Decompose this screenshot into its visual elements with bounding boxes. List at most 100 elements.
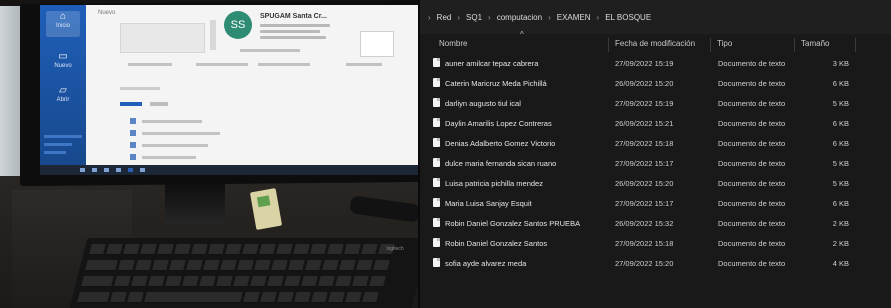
key xyxy=(311,292,328,303)
key xyxy=(355,260,373,271)
file-modified: 26/09/2022 15:32 xyxy=(615,219,674,228)
breadcrumb-item[interactable]: computacion xyxy=(497,13,542,22)
new-doc-icon: ▭ xyxy=(58,51,68,62)
recent-file-name xyxy=(142,156,196,159)
key xyxy=(318,276,335,287)
key xyxy=(185,260,203,271)
tab-recientes[interactable] xyxy=(120,102,142,106)
key xyxy=(267,276,284,287)
key xyxy=(114,276,131,287)
column-divider[interactable] xyxy=(794,38,795,52)
key xyxy=(233,276,250,287)
file-row[interactable]: Robin Daniel Gonzalez Santos PRUEBA 26/0… xyxy=(420,214,891,234)
file-row[interactable]: Robin Daniel Gonzalez Santos 27/09/2022 … xyxy=(420,234,891,254)
text-document-icon xyxy=(433,118,440,127)
recent-file-row[interactable] xyxy=(130,154,330,160)
taskbar-icon[interactable] xyxy=(140,168,145,172)
column-header-size[interactable]: Tamaño xyxy=(801,36,851,52)
taskbar-icon[interactable] xyxy=(92,168,97,172)
template-caption xyxy=(240,49,300,52)
file-row[interactable]: sofia ayde alvarez meda 27/09/2022 15:20… xyxy=(420,254,891,274)
key xyxy=(321,260,339,271)
recent-file-row[interactable] xyxy=(130,130,330,136)
key xyxy=(131,276,148,287)
recent-file-row[interactable] xyxy=(130,142,330,148)
breadcrumb-item[interactable]: EL BOSQUE xyxy=(605,13,651,22)
tab-anclado[interactable] xyxy=(150,102,168,106)
column-divider[interactable] xyxy=(855,38,856,52)
breadcrumb-item[interactable]: SQ1 xyxy=(466,13,482,22)
rail-item-nuevo[interactable]: ▭ Nuevo xyxy=(46,51,80,75)
recent-file-row[interactable] xyxy=(130,118,330,124)
file-name: darliyn augusto tiul ical xyxy=(445,99,521,108)
breadcrumb-item[interactable]: Red xyxy=(437,13,452,22)
file-row[interactable]: Caterin Maricruz Meda Pichillá 26/09/202… xyxy=(420,74,891,94)
key xyxy=(77,292,110,303)
file-name: Robin Daniel Gonzalez Santos xyxy=(445,239,548,248)
key xyxy=(219,260,237,271)
file-row[interactable]: Maria Luisa Sanjay Esquit 27/09/2022 15:… xyxy=(420,194,891,214)
column-divider[interactable] xyxy=(710,38,711,52)
key xyxy=(260,292,277,303)
rail-footer-line xyxy=(44,151,66,154)
key xyxy=(328,292,345,303)
taskbar-icon[interactable] xyxy=(128,168,133,172)
breadcrumb-item[interactable]: EXAMEN xyxy=(557,13,591,22)
key xyxy=(294,292,311,303)
key xyxy=(207,244,225,255)
rail-item-inicio[interactable]: ⌂ Inicio xyxy=(46,11,80,37)
key xyxy=(287,260,305,271)
file-type: Documento de texto xyxy=(718,259,786,268)
key xyxy=(236,260,254,271)
taskbar-icon[interactable] xyxy=(80,168,85,172)
address-bar[interactable]: › Red › SQ1 › computacion › EXAMEN › EL … xyxy=(420,0,891,34)
template-thumbnail[interactable] xyxy=(120,23,205,53)
key-row xyxy=(81,276,386,287)
file-type: Documento de texto xyxy=(718,179,786,188)
word-doc-icon xyxy=(130,130,136,136)
column-divider[interactable] xyxy=(608,38,609,52)
file-type: Documento de texto xyxy=(718,239,786,248)
file-row[interactable]: Denias Adalberto Gomez Victorio 27/09/20… xyxy=(420,134,891,154)
file-type: Documento de texto xyxy=(718,119,786,128)
file-name: Caterin Maricruz Meda Pichillá xyxy=(445,79,547,88)
file-row[interactable]: darliyn augusto tiul ical 27/09/2022 15:… xyxy=(420,94,891,114)
file-row[interactable]: Luisa patricia pichilla mendez 26/09/202… xyxy=(420,174,891,194)
file-size: 6 KB xyxy=(832,79,849,88)
text-document-icon xyxy=(433,58,440,67)
key xyxy=(81,276,114,287)
rail-item-abrir[interactable]: ▱ Abrir xyxy=(46,85,80,109)
file-row[interactable]: auner amilcar tepaz cabrera 27/09/2022 1… xyxy=(420,54,891,74)
template-caption xyxy=(196,63,248,66)
monitor-screen: ⌂ Inicio ▭ Nuevo ▱ Abrir Nuevo SS SPUGAM… xyxy=(40,5,418,175)
file-name: Maria Luisa Sanjay Esquit xyxy=(445,199,532,208)
search-box[interactable] xyxy=(120,87,160,90)
key xyxy=(253,260,271,271)
column-header-name[interactable]: Nombre xyxy=(439,36,609,52)
key xyxy=(117,260,135,271)
template-thumbnail[interactable] xyxy=(360,31,394,57)
word-doc-icon xyxy=(130,118,136,124)
file-modified: 27/09/2022 15:18 xyxy=(615,239,674,248)
key-row xyxy=(77,292,379,303)
scrollbar[interactable] xyxy=(210,20,216,50)
file-modified: 27/09/2022 15:19 xyxy=(615,59,674,68)
keyboard-brand-logo: logitech xyxy=(386,246,404,252)
file-row[interactable]: Daylin Amarilis Lopez Contreras 26/09/20… xyxy=(420,114,891,134)
account-detail-line xyxy=(260,30,320,33)
file-size: 3 KB xyxy=(832,59,849,68)
file-name: Luisa patricia pichilla mendez xyxy=(445,179,543,188)
key xyxy=(139,244,157,255)
file-row[interactable]: dulce maria fernanda sican ruano 27/09/2… xyxy=(420,154,891,174)
key xyxy=(345,292,362,303)
taskbar-icon[interactable] xyxy=(104,168,109,172)
key xyxy=(292,244,310,255)
rail-label: Nuevo xyxy=(54,63,72,69)
taskbar-icon[interactable] xyxy=(116,168,121,172)
key-row xyxy=(88,244,395,255)
chevron-right-icon: › xyxy=(548,12,551,22)
column-header-modified[interactable]: Fecha de modificación xyxy=(615,36,715,52)
text-document-icon xyxy=(433,218,440,227)
column-header-type[interactable]: Tipo xyxy=(717,36,797,52)
key xyxy=(243,292,260,303)
